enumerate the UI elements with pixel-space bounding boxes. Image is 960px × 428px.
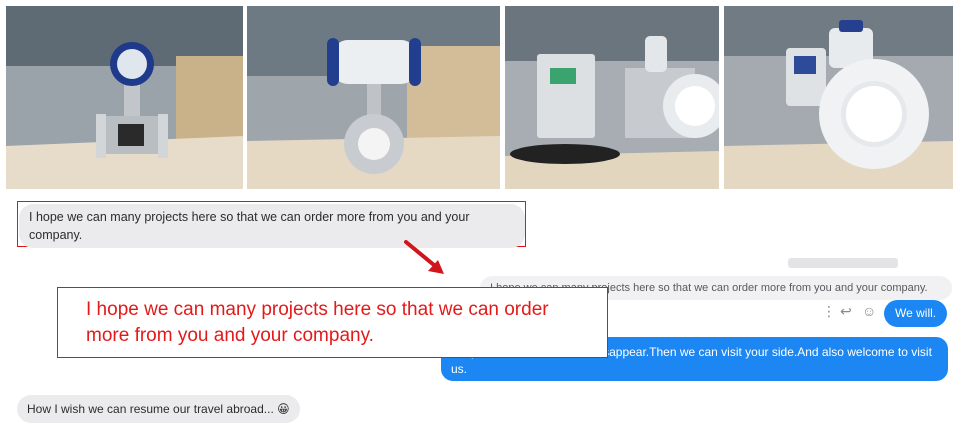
incoming-message-2[interactable]: How I wish we can resume our travel abro… — [17, 395, 300, 423]
flowmeter-photo-4 — [724, 6, 953, 189]
annotation-callout: I hope we can many projects here so that… — [57, 287, 608, 358]
flowmeter-photo-1 — [6, 6, 243, 189]
reply-icon[interactable]: ↩ — [840, 303, 852, 320]
blurred-sender-name — [788, 258, 898, 268]
annotation-callout-text: I hope we can many projects here so that… — [86, 299, 549, 346]
outgoing-we-will-text: We will. — [895, 306, 937, 320]
incoming-message-2-text: How I wish we can resume our travel abro… — [27, 402, 290, 416]
flowmeter-photo-3 — [505, 6, 719, 189]
arrow-icon — [404, 240, 444, 274]
flowmeter-photo-2 — [247, 6, 500, 189]
outgoing-message-we-will[interactable]: We will. — [884, 300, 948, 327]
emoji-icon[interactable]: ☺ — [862, 303, 876, 319]
more-vertical-icon[interactable]: ⋮ — [822, 303, 836, 320]
